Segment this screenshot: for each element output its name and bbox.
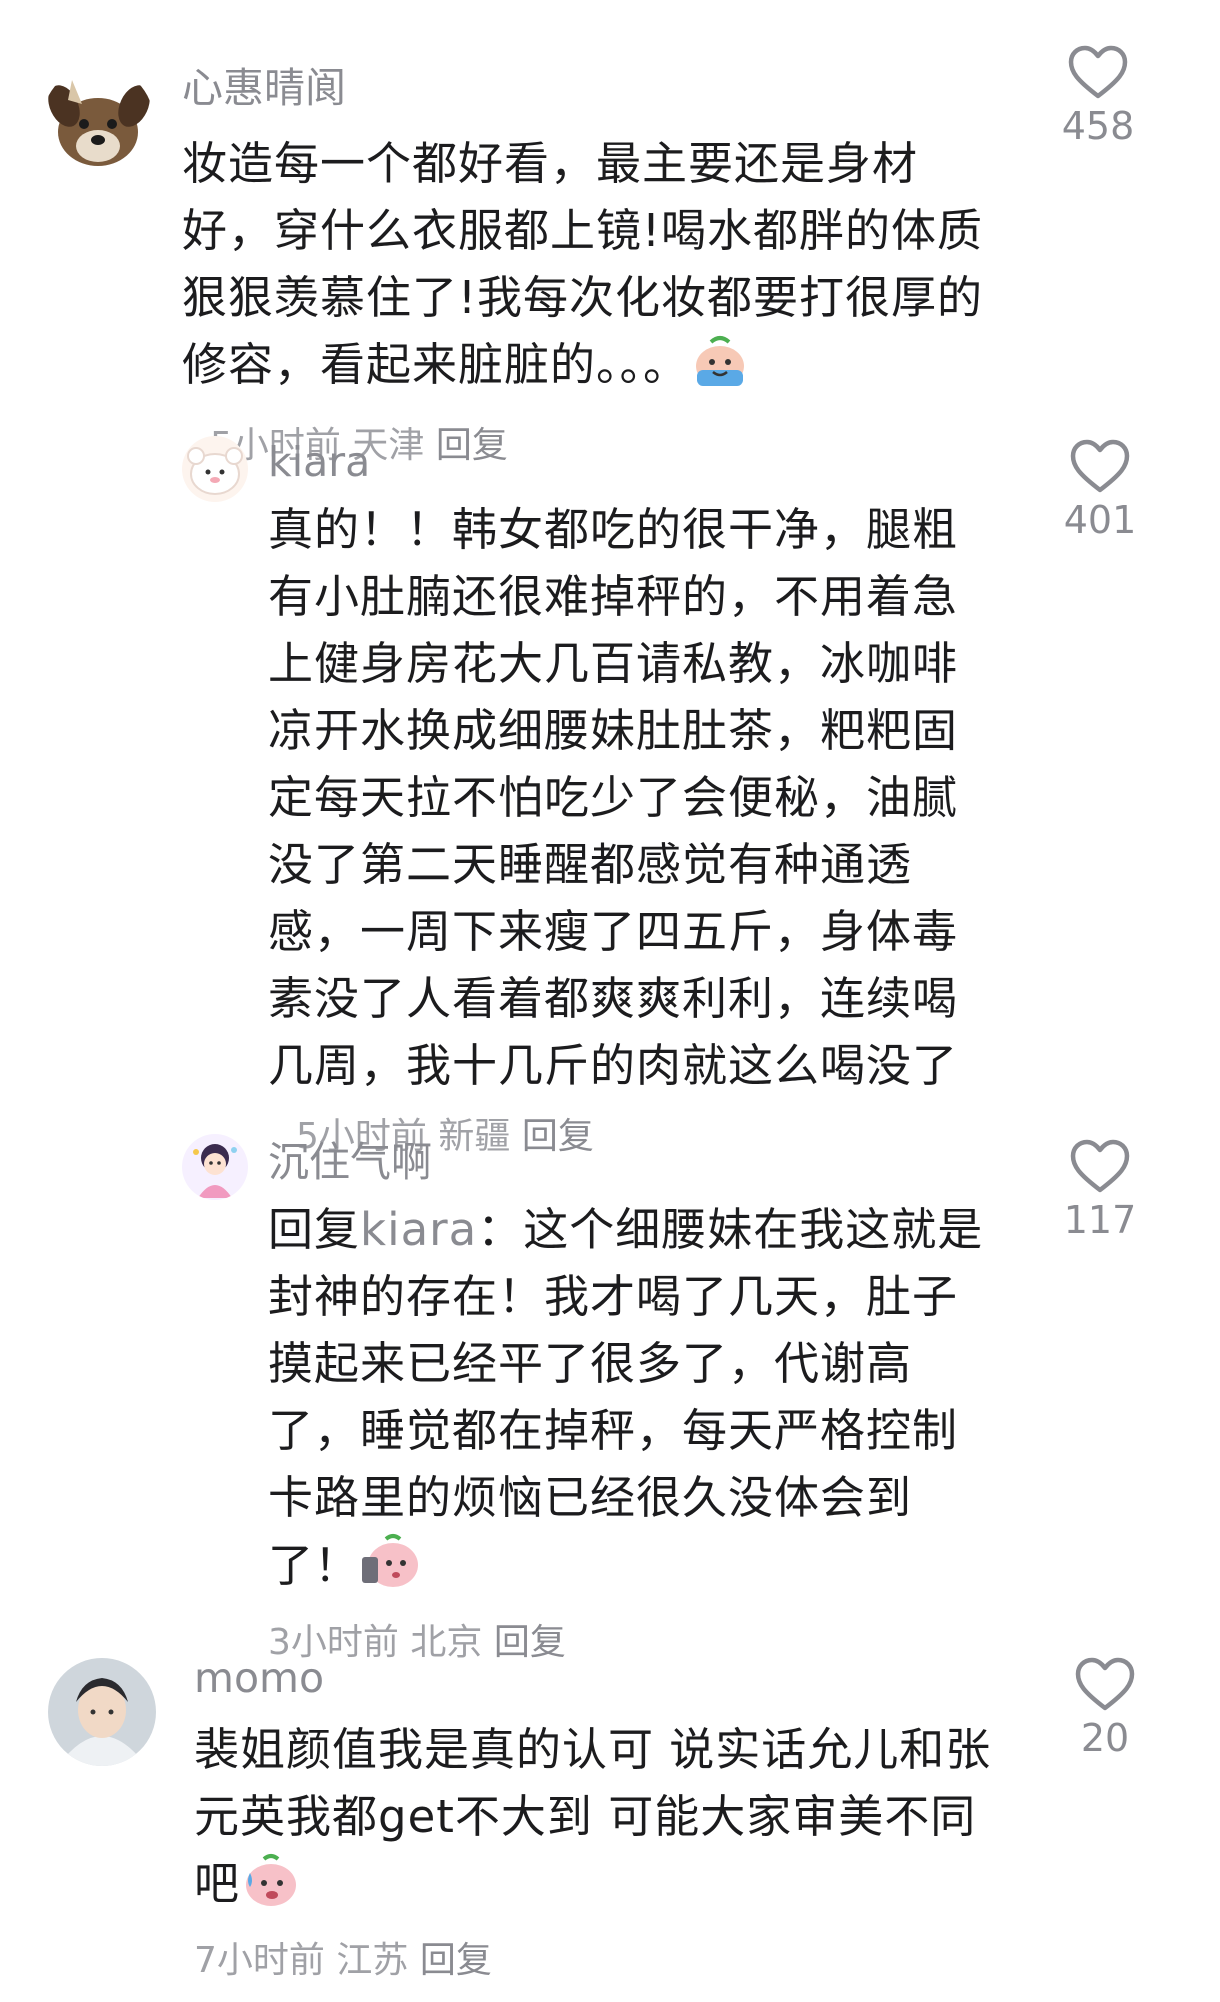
heart-icon <box>1075 1657 1135 1711</box>
like-count: 401 <box>1063 498 1137 542</box>
comment-body: 妆造每一个都好看，最主要还是身材好，穿什么衣服都上镜!喝水都胖的体质狠狠羡慕住了… <box>182 137 984 391</box>
comment-text: 真的！！韩女都吃的很干净，腿粗有小肚腩还很难掉秤的，不用着急上健身房花大几百请私… <box>268 496 988 1170</box>
comment-username[interactable]: kiara <box>268 436 370 488</box>
comment-meta: 7小时前 江苏 回复 <box>194 1937 994 1985</box>
reply-target-username[interactable]: kiara <box>360 1203 477 1256</box>
sweat-emoji-icon <box>240 1851 302 1927</box>
reply-button[interactable]: 回复 <box>522 1116 594 1157</box>
crying-emoji-icon <box>689 332 751 408</box>
comment-username[interactable]: momo <box>194 1652 324 1704</box>
comment-username[interactable]: 心惠晴阆 <box>182 62 346 114</box>
reply-colon: ： <box>477 1203 524 1256</box>
like-button[interactable]: 401 <box>1045 438 1155 544</box>
like-count: 458 <box>1061 104 1135 148</box>
comment-location: 新疆 <box>438 1116 511 1157</box>
avatar[interactable] <box>182 436 248 502</box>
comment-text: 回复kiara：这个细腰妹在我这就是封神的存在！我才喝了几天，肚子摸起来已经平了… <box>268 1196 998 1667</box>
comment-location: 江苏 <box>336 1940 409 1981</box>
comment-time: 7小时前 <box>194 1940 325 1981</box>
reply-button[interactable]: 回复 <box>436 425 508 466</box>
like-button[interactable]: 20 <box>1050 1656 1160 1762</box>
reply-prefix: 回复 <box>268 1203 361 1256</box>
like-button[interactable]: 117 <box>1045 1138 1155 1244</box>
comment-body: 裴姐颜值我是真的认可 说实话允儿和张元英我都get不大到 可能大家审美不同吧 <box>194 1723 992 1910</box>
avatar[interactable] <box>42 66 154 178</box>
comment-text: 裴姐颜值我是真的认可 说实话允儿和张元英我都get不大到 可能大家审美不同吧 7… <box>194 1716 994 1985</box>
comment-username[interactable]: 沉住气啊 <box>268 1136 432 1188</box>
heart-icon <box>1070 1139 1130 1193</box>
reply-button[interactable]: 回复 <box>494 1622 566 1663</box>
like-count: 117 <box>1063 1198 1137 1242</box>
avatar[interactable] <box>182 1134 248 1200</box>
phone-emoji-icon <box>360 1531 422 1609</box>
like-count: 20 <box>1080 1716 1130 1760</box>
comment-body: 真的！！韩女都吃的很干净，腿粗有小肚腩还很难掉秤的，不用着急上健身房花大几百请私… <box>268 503 959 1092</box>
avatar[interactable] <box>48 1658 156 1766</box>
comment-meta: 3小时前 北京 回复 <box>268 1619 998 1667</box>
reply-button[interactable]: 回复 <box>420 1940 492 1981</box>
comment-text: 妆造每一个都好看，最主要还是身材好，穿什么衣服都上镜!喝水都胖的体质狠狠羡慕住了… <box>182 130 992 479</box>
comment-location: 北京 <box>410 1622 483 1663</box>
heart-icon <box>1070 439 1130 493</box>
like-button[interactable]: 458 <box>1043 44 1153 150</box>
heart-icon <box>1068 45 1128 99</box>
